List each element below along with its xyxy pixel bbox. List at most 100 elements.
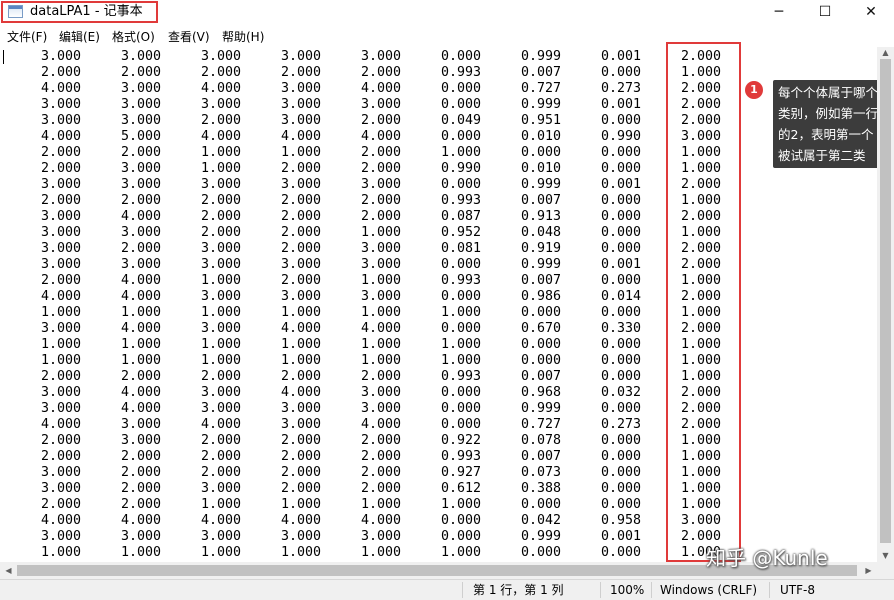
data-value: 0.000 <box>600 113 641 128</box>
data-value: 2.000 <box>360 481 401 496</box>
data-value: 2.000 <box>120 497 161 512</box>
data-value: 4.000 <box>120 209 161 224</box>
data-value: 2.000 <box>200 193 241 208</box>
data-value: 3.000 <box>360 289 401 304</box>
class-value: 1.000 <box>680 465 721 480</box>
data-value: 4.000 <box>120 385 161 400</box>
menu-bar: 文件(F) 编辑(E) 格式(O) 查看(V) 帮助(H) <box>0 27 894 47</box>
data-value: 3.000 <box>120 97 161 112</box>
menu-file[interactable]: 文件(F) <box>7 27 47 47</box>
vertical-scroll-thumb[interactable] <box>880 59 891 543</box>
data-value: 0.612 <box>440 481 481 496</box>
data-value: 0.000 <box>520 545 561 560</box>
minimize-button[interactable]: ─ <box>756 0 802 24</box>
data-value: 2.000 <box>120 193 161 208</box>
data-value: 3.000 <box>280 257 321 272</box>
data-value: 2.000 <box>120 241 161 256</box>
data-value: 0.042 <box>520 513 561 528</box>
data-value: 4.000 <box>120 321 161 336</box>
class-value: 1.000 <box>680 369 721 384</box>
scroll-left-arrow-icon[interactable]: ◀ <box>0 562 17 579</box>
data-value: 3.000 <box>120 113 161 128</box>
data-value: 0.007 <box>520 369 561 384</box>
data-value: 2.000 <box>40 145 81 160</box>
data-value: 3.000 <box>120 257 161 272</box>
data-value: 0.000 <box>600 353 641 368</box>
menu-format[interactable]: 格式(O) <box>112 27 155 47</box>
text-line: 2.000 2.000 2.000 2.000 2.000 0.993 0.007 0.000… <box>0 369 877 385</box>
data-value: 2.000 <box>360 145 401 160</box>
data-value: 2.000 <box>120 465 161 480</box>
text-line: 2.000 2.000 2.000 2.000 2.000 0.993 0.007 0.000… <box>0 449 877 465</box>
text-line: 1.000 1.000 1.000 1.000 1.000 1.000 0.000 0.000… <box>0 337 877 353</box>
data-value: 4.000 <box>280 513 321 528</box>
data-value: 3.000 <box>40 113 81 128</box>
data-value: 2.000 <box>280 209 321 224</box>
data-value: 0.000 <box>600 209 641 224</box>
data-value: 0.000 <box>440 97 481 112</box>
zoom-level: 100% <box>610 583 645 597</box>
data-value: 0.000 <box>600 305 641 320</box>
class-value: 2.000 <box>680 81 721 96</box>
class-value: 1.000 <box>680 225 721 240</box>
data-value: 2.000 <box>120 449 161 464</box>
scrollbar-corner <box>877 562 894 579</box>
data-value: 3.000 <box>40 241 81 256</box>
data-value: 3.000 <box>200 401 241 416</box>
text-editor-area[interactable]: 3.000 3.000 3.000 3.000 3.000 0.000 0.999 0.001… <box>0 47 877 562</box>
data-value: 1.000 <box>200 545 241 560</box>
data-value: 4.000 <box>40 129 81 144</box>
close-button[interactable]: ✕ <box>848 0 894 24</box>
annotation-badge: 1 <box>745 81 763 99</box>
scroll-right-arrow-icon[interactable]: ▶ <box>860 562 877 579</box>
title-highlight-box <box>1 1 158 23</box>
maximize-button[interactable]: ☐ <box>802 0 848 24</box>
data-value: 2.000 <box>360 433 401 448</box>
text-line: 3.000 2.000 3.000 2.000 2.000 0.612 0.388 0.000… <box>0 481 877 497</box>
data-value: 0.087 <box>440 209 481 224</box>
data-value: 0.999 <box>520 49 561 64</box>
data-value: 2.000 <box>280 369 321 384</box>
class-value: 2.000 <box>680 257 721 272</box>
data-value: 0.000 <box>600 401 641 416</box>
text-line: 3.000 3.000 3.000 3.000 3.000 0.000 0.999 0.001… <box>0 257 877 273</box>
data-value: 3.000 <box>360 241 401 256</box>
text-line: 2.000 2.000 1.000 1.000 2.000 1.000 0.000 0.000… <box>0 145 877 161</box>
status-separator <box>769 582 770 598</box>
data-value: 2.000 <box>280 481 321 496</box>
text-line: 4.000 4.000 3.000 3.000 3.000 0.000 0.986 0.014… <box>0 289 877 305</box>
data-value: 4.000 <box>120 273 161 288</box>
data-value: 3.000 <box>120 529 161 544</box>
data-value: 0.000 <box>600 193 641 208</box>
data-value: 0.049 <box>440 113 481 128</box>
scroll-down-arrow-icon[interactable]: ▼ <box>877 550 894 562</box>
data-value: 2.000 <box>280 273 321 288</box>
data-value: 2.000 <box>280 161 321 176</box>
scroll-up-arrow-icon[interactable]: ▲ <box>877 47 894 59</box>
data-value: 3.000 <box>360 49 401 64</box>
data-value: 1.000 <box>200 337 241 352</box>
text-line: 3.000 4.000 3.000 4.000 3.000 0.000 0.968 0.032… <box>0 385 877 401</box>
data-value: 4.000 <box>120 513 161 528</box>
data-value: 0.073 <box>520 465 561 480</box>
menu-help[interactable]: 帮助(H) <box>222 27 264 47</box>
menu-edit[interactable]: 编辑(E) <box>59 27 100 47</box>
data-value: 2.000 <box>360 465 401 480</box>
data-value: 4.000 <box>200 81 241 96</box>
data-value: 3.000 <box>200 385 241 400</box>
menu-view[interactable]: 查看(V) <box>168 27 210 47</box>
class-value: 1.000 <box>680 337 721 352</box>
data-value: 0.952 <box>440 225 481 240</box>
text-line: 3.000 3.000 3.000 3.000 3.000 0.000 0.999 0.001… <box>0 49 877 65</box>
data-value: 3.000 <box>360 97 401 112</box>
data-value: 1.000 <box>120 337 161 352</box>
data-value: 2.000 <box>40 449 81 464</box>
class-value: 1.000 <box>680 145 721 160</box>
data-value: 1.000 <box>120 305 161 320</box>
data-value: 3.000 <box>280 417 321 432</box>
data-value: 1.000 <box>440 305 481 320</box>
data-value: 1.000 <box>280 497 321 512</box>
class-value: 2.000 <box>680 49 721 64</box>
data-value: 3.000 <box>280 113 321 128</box>
vertical-scrollbar[interactable]: ▲ ▼ <box>877 47 894 562</box>
